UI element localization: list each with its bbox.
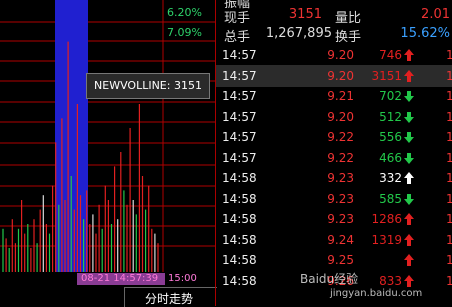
trade-volume: 512 bbox=[379, 109, 402, 124]
trade-volume: 332 bbox=[379, 171, 402, 185]
tab-intraday[interactable]: 分时走势 bbox=[145, 290, 193, 307]
arrow-down-icon bbox=[404, 111, 414, 123]
watermark-brand: Baidu经验 bbox=[300, 272, 359, 286]
trade-price: 9.20 bbox=[327, 68, 354, 83]
pct-label-top: 6.20% bbox=[167, 6, 202, 19]
trade-time: 14:57 bbox=[222, 150, 257, 165]
trade-list[interactable]: 14:57 9.20 746 1 14:57 9.20 3151 1 14:57 9.21 702 1… bbox=[216, 44, 452, 306]
trade-row[interactable]: 14:58 9.23 1286 1 bbox=[216, 208, 452, 230]
trade-count: 1 bbox=[446, 89, 452, 103]
chart-grid bbox=[0, 0, 215, 272]
trade-time: 14:58 bbox=[222, 171, 257, 185]
crosshair-time-label: 08-21 14:57:39 bbox=[77, 273, 165, 285]
summary-row-current: 现手 3151 量比 2.01 bbox=[222, 7, 452, 26]
tooltip: NEWVOLLINE: 3151 bbox=[86, 73, 210, 99]
trade-row[interactable]: 14:57 9.20 746 1 bbox=[216, 44, 452, 66]
trade-volume: 585 bbox=[379, 191, 402, 206]
quote-summary: 振幅 现手 3151 量比 2.01 总手 1,267,895 换手 15.62… bbox=[222, 0, 452, 45]
trade-row[interactable]: 14:57 9.22 556 1 bbox=[216, 126, 452, 148]
trade-row[interactable]: 14:57 9.22 466 1 bbox=[216, 147, 452, 169]
trade-price: 9.20 bbox=[327, 48, 354, 62]
trade-count: 1 bbox=[446, 232, 452, 247]
trade-count: 1 bbox=[446, 109, 452, 124]
trade-time: 14:58 bbox=[222, 253, 257, 267]
tab-bar: 分时走势 bbox=[124, 287, 217, 307]
pct-label-second: 7.09% bbox=[167, 26, 202, 39]
trade-price: 9.22 bbox=[327, 150, 354, 165]
trade-row[interactable]: 14:57 9.20 3151 1 bbox=[216, 64, 452, 87]
trade-count: 1 bbox=[446, 253, 452, 267]
current-hand-value: 3151 bbox=[288, 7, 322, 22]
trade-count: 1 bbox=[446, 68, 452, 83]
trade-count: 1 bbox=[446, 150, 452, 165]
trade-volume: 702 bbox=[379, 89, 402, 103]
trade-price: 9.20 bbox=[327, 109, 354, 124]
trade-volume: 466 bbox=[379, 150, 402, 165]
trade-row[interactable]: 14:58 9.23 585 1 bbox=[216, 188, 452, 210]
trade-count: 1 bbox=[446, 130, 452, 144]
trade-time: 14:57 bbox=[222, 109, 257, 124]
arrow-up-icon bbox=[404, 172, 414, 184]
total-hand-label: 总手 bbox=[224, 30, 251, 45]
trade-row[interactable]: 14:57 9.21 702 1 bbox=[216, 85, 452, 107]
trade-price: 9.23 bbox=[327, 212, 354, 226]
trade-volume: 746 bbox=[379, 48, 402, 62]
trade-time: 14:58 bbox=[222, 191, 257, 206]
volume-ratio-label: 量比 bbox=[335, 11, 362, 26]
trade-price: 9.23 bbox=[327, 191, 354, 206]
arrow-up-icon bbox=[404, 254, 414, 266]
trade-count: 1 bbox=[446, 273, 452, 288]
arrow-down-icon bbox=[404, 132, 414, 143]
current-hand-label: 现手 bbox=[224, 11, 251, 26]
trade-volume: 3151 bbox=[371, 68, 402, 83]
trade-time: 14:57 bbox=[222, 48, 257, 62]
trade-time: 14:58 bbox=[222, 273, 257, 288]
trade-count: 1 bbox=[446, 171, 452, 185]
end-time-label: 15:00 bbox=[168, 273, 197, 284]
trade-price: 9.25 bbox=[327, 253, 354, 267]
trade-count: 1 bbox=[446, 212, 452, 226]
turnover-value: 15.62% bbox=[400, 26, 450, 41]
trade-price: 9.22 bbox=[327, 130, 354, 144]
trade-row[interactable]: 14:58 9.24 1319 1 bbox=[216, 229, 452, 251]
trade-time: 14:57 bbox=[222, 89, 257, 103]
total-hand-value: 1,267,895 bbox=[265, 26, 332, 41]
trade-time: 14:57 bbox=[222, 130, 257, 144]
volume-ratio-value: 2.01 bbox=[421, 7, 450, 22]
trade-count: 1 bbox=[446, 191, 452, 206]
trade-price: 9.24 bbox=[327, 232, 354, 247]
volume-chart[interactable] bbox=[0, 0, 215, 306]
trade-time: 14:58 bbox=[222, 212, 257, 226]
trade-price: 9.21 bbox=[327, 89, 354, 103]
trade-row[interactable]: 14:58 9.25 1 bbox=[216, 249, 452, 271]
watermark-url: jingyan.baidu.com bbox=[330, 288, 423, 299]
trade-time: 14:58 bbox=[222, 232, 257, 247]
arrow-down-icon bbox=[404, 91, 414, 102]
arrow-up-icon bbox=[404, 233, 414, 246]
trade-volume: 556 bbox=[379, 130, 402, 144]
arrow-up-icon bbox=[404, 213, 414, 225]
turnover-label: 换手 bbox=[335, 30, 362, 45]
arrow-up-icon bbox=[404, 49, 414, 61]
trade-count: 1 bbox=[446, 48, 452, 62]
trade-price: 9.23 bbox=[327, 171, 354, 185]
trade-row[interactable]: 14:58 9.23 332 1 bbox=[216, 167, 452, 189]
trade-row[interactable]: 14:57 9.20 512 1 bbox=[216, 106, 452, 128]
trade-volume: 1319 bbox=[371, 232, 402, 247]
arrow-down-icon bbox=[404, 193, 414, 205]
trade-time: 14:57 bbox=[222, 68, 257, 83]
arrow-down-icon bbox=[404, 152, 414, 164]
summary-row-total: 总手 1,267,895 换手 15.62% bbox=[222, 26, 452, 45]
arrow-up-icon bbox=[404, 69, 414, 82]
trade-volume: 1286 bbox=[371, 212, 402, 226]
